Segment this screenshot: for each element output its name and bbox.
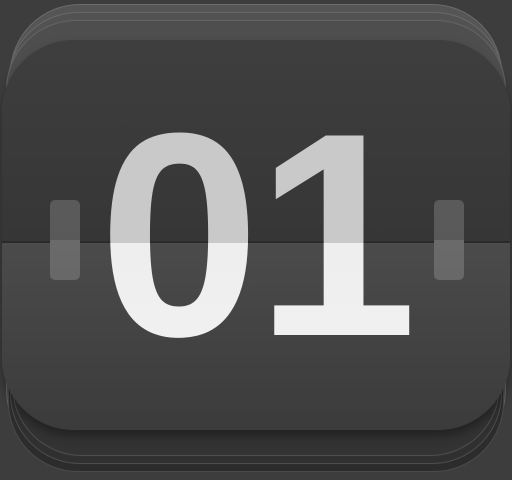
flip-clock-app-icon[interactable]: 01	[0, 0, 512, 480]
flip-digits: 01	[0, 40, 512, 430]
